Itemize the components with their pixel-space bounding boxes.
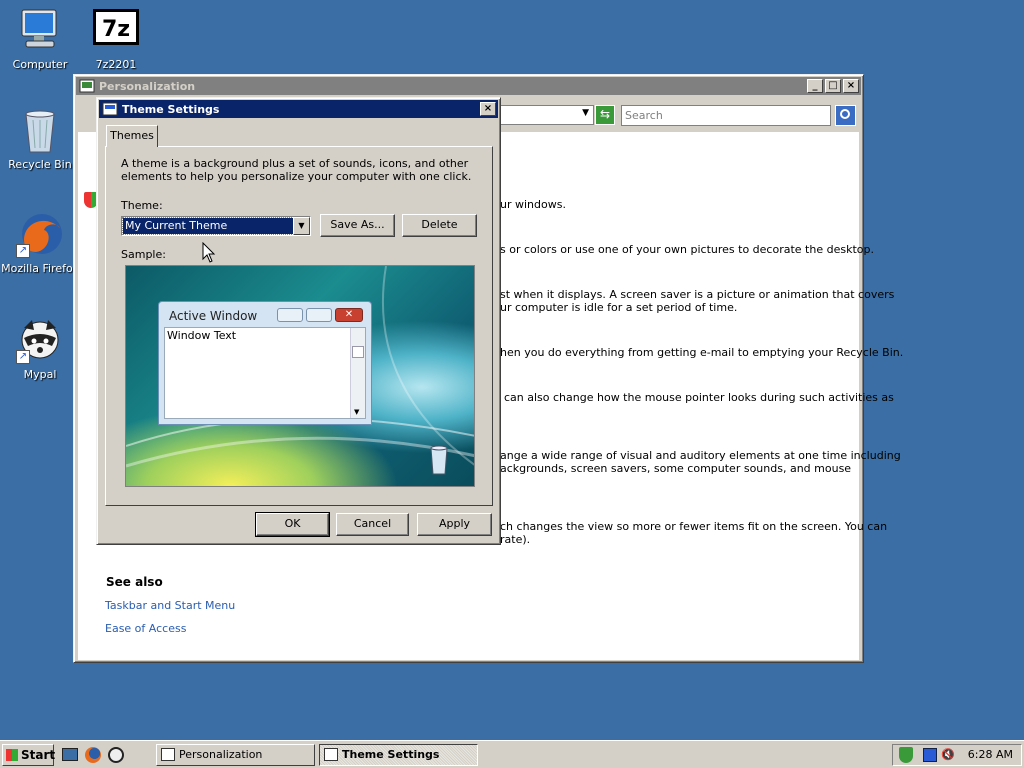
sample-window-title: Active Window [169, 309, 258, 323]
description-fragment: ur windows. [500, 198, 566, 211]
address-bar[interactable]: ▼ [498, 105, 594, 125]
sample-window-body: Window Text ▼ [164, 327, 366, 419]
description-fragment: st when it displays. A screen saver is a… [500, 288, 895, 301]
shortcut-arrow-icon: ↗ [16, 350, 30, 364]
description-line: elements to help you personalize your co… [121, 170, 472, 183]
ok-button[interactable]: OK [255, 512, 330, 537]
desktop-icon-label: Mypal [23, 368, 57, 381]
themes-tab-panel: A theme is a background plus a set of so… [105, 146, 493, 506]
mouse-cursor-icon [202, 242, 216, 263]
personalization-task-icon [161, 748, 175, 761]
windows-logo-icon [6, 749, 18, 761]
sample-scroll-down-icon: ▼ [354, 408, 360, 416]
see-also-heading: See also [106, 575, 163, 589]
desktop-icon-mozilla-firefox[interactable]: ↗ Mozilla Firefox [0, 210, 80, 275]
system-tray: 🔇 6:28 AM [892, 744, 1022, 766]
ease-of-access-link[interactable]: Ease of Access [105, 622, 186, 635]
sample-close-icon: ✕ [335, 308, 363, 322]
quick-launch [60, 746, 130, 764]
personalization-window-icon [79, 79, 95, 93]
desktop-icon-mypal[interactable]: ↗ Mypal [0, 316, 80, 381]
theme-settings-window-icon [102, 102, 118, 116]
description-fragment: rate). [500, 533, 531, 546]
svg-text:7z: 7z [102, 17, 130, 42]
desktop-icon-label: Recycle Bin [8, 158, 72, 171]
description-line: A theme is a background plus a set of so… [121, 157, 469, 170]
cancel-button[interactable]: Cancel [336, 513, 409, 536]
desktop-icon-label: Mozilla Firefox [1, 262, 79, 275]
sample-minimize-icon [277, 308, 303, 322]
description-fragment: ur computer is idle for a set period of … [500, 301, 738, 314]
task-label: Theme Settings [342, 748, 440, 761]
description-fragment: hen you do everything from getting e-mai… [500, 346, 904, 359]
taskbar-and-start-menu-link[interactable]: Taskbar and Start Menu [105, 599, 235, 612]
firefox-quicklaunch-icon[interactable] [85, 747, 101, 763]
search-input[interactable]: Search [621, 105, 831, 126]
search-button[interactable] [835, 105, 856, 126]
dialog-title: Theme Settings [122, 102, 220, 116]
taskbar-item-personalization[interactable]: Personalization [156, 744, 315, 766]
sample-scrollbar: ▼ [350, 328, 365, 418]
theme-settings-task-icon [324, 748, 338, 761]
desktop-icon-recycle-bin[interactable]: Recycle Bin [0, 106, 80, 171]
start-label: Start [21, 748, 56, 762]
description-fragment: ackgrounds, screen savers, some computer… [500, 462, 852, 475]
maximize-button[interactable]: □ [825, 79, 841, 93]
desktop-icon-label: Computer [12, 58, 68, 71]
recycle-bin-icon [16, 106, 64, 154]
shortcut-arrow-icon: ↗ [16, 244, 30, 258]
description-fragment: ange a wide range of visual and auditory… [500, 449, 901, 462]
refresh-button[interactable]: ⇆ [595, 105, 615, 125]
close-button[interactable]: × [843, 79, 859, 93]
sample-window-text: Window Text [167, 329, 237, 342]
clock[interactable]: 6:28 AM [968, 748, 1013, 761]
task-label: Personalization [179, 748, 263, 761]
sample-maximize-icon [306, 308, 332, 322]
sample-label: Sample: [121, 248, 166, 261]
sample-active-window: Active Window ✕ Window Text ▼ [158, 301, 372, 425]
description-fragment: s or colors or use one of your own pictu… [500, 243, 874, 256]
dropdown-arrow-button[interactable]: ▼ [293, 217, 310, 235]
sample-scroll-thumb [352, 346, 364, 358]
personalization-titlebar[interactable]: Personalization _ □ × [76, 77, 861, 95]
theme-description: A theme is a background plus a set of so… [121, 157, 471, 183]
theme-settings-titlebar[interactable]: Theme Settings × [99, 100, 498, 118]
start-button[interactable]: Start [2, 744, 56, 766]
search-placeholder: Search [625, 109, 663, 122]
desktop-icon-label: 7z2201 [95, 58, 137, 71]
theme-select-value: My Current Theme [122, 217, 294, 235]
address-dropdown-arrow-icon[interactable]: ▼ [582, 108, 589, 118]
tab-themes[interactable]: Themes [106, 125, 158, 147]
window-title: Personalization [99, 79, 196, 93]
sample-recycle-bin-icon [428, 444, 450, 476]
security-shield-tray-icon[interactable] [899, 747, 913, 763]
description-fragment: ch changes the view so more or fewer ite… [500, 520, 888, 533]
save-as-button[interactable]: Save As... [320, 214, 395, 237]
desktop-icon-computer[interactable]: Computer [0, 6, 80, 71]
delete-button[interactable]: Delete [402, 214, 477, 237]
show-desktop-icon[interactable] [62, 748, 78, 761]
magnifier-icon [840, 109, 850, 119]
computer-icon [16, 6, 64, 54]
description-fragment: can also change how the mouse pointer lo… [504, 391, 894, 404]
taskbar: Start Personalization Theme Settings 🔇 6… [0, 740, 1024, 768]
minimize-button[interactable]: _ [807, 79, 823, 93]
mypal-raccoon-icon: ↗ [16, 316, 64, 364]
network-tray-icon[interactable] [923, 748, 937, 762]
desktop-icon-7z2201[interactable]: 7z 7z2201 [76, 6, 156, 71]
taskbar-item-theme-settings[interactable]: Theme Settings [319, 744, 478, 766]
firefox-icon: ↗ [16, 210, 64, 258]
sample-preview: Active Window ✕ Window Text ▼ [125, 265, 475, 487]
7zip-icon: 7z [92, 6, 140, 54]
tab-label: Themes [110, 129, 154, 142]
close-button[interactable]: × [480, 102, 496, 116]
volume-muted-tray-icon[interactable]: 🔇 [941, 748, 955, 762]
theme-select[interactable]: My Current Theme ▼ [121, 216, 311, 236]
theme-settings-dialog[interactable]: Theme Settings × Themes A theme is a bac… [96, 97, 501, 545]
mypal-quicklaunch-icon[interactable] [108, 747, 124, 763]
theme-label: Theme: [121, 199, 163, 212]
apply-button[interactable]: Apply [417, 513, 492, 536]
